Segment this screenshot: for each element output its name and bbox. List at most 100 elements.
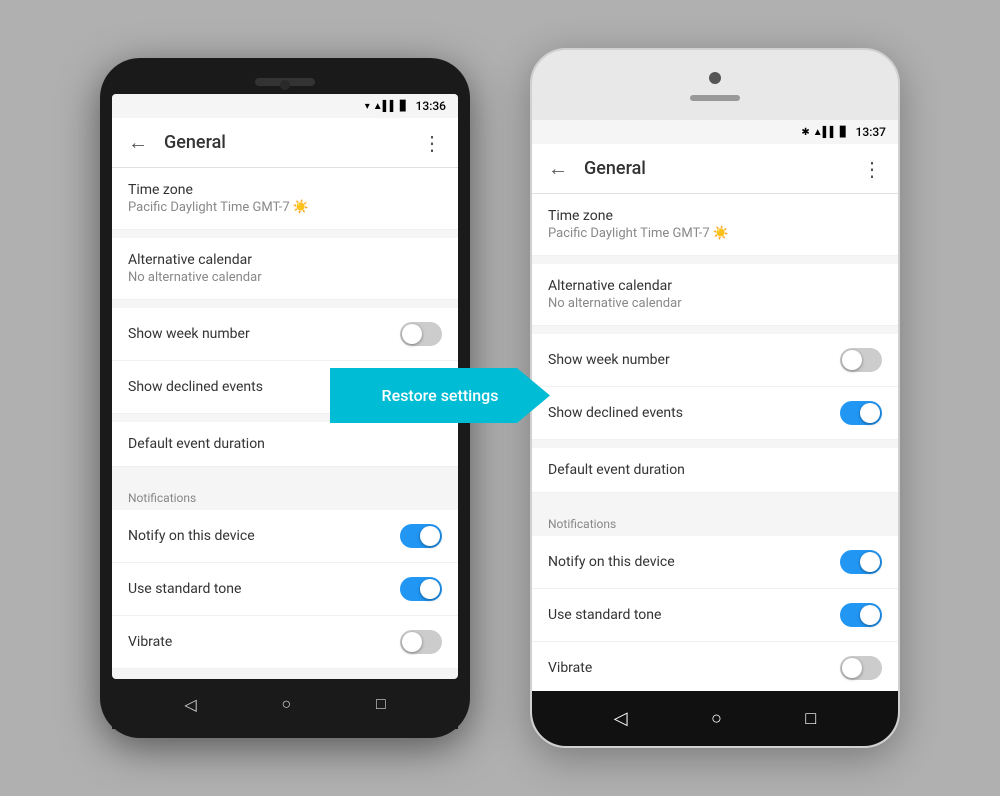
back-nav-left[interactable]: ◁	[184, 695, 196, 714]
battery-icon: ▊	[400, 101, 408, 112]
weeknum-toggle-left[interactable]	[400, 322, 442, 346]
weeknum-label-left: Show week number	[128, 326, 250, 342]
vibrate-label-left: Vibrate	[128, 634, 172, 650]
setting-vibrate-left[interactable]: Vibrate	[112, 616, 458, 669]
setting-altcal-right[interactable]: Alternative calendar No alternative cale…	[532, 264, 898, 326]
battery-right: ▊	[840, 127, 848, 138]
setting-timezone-right[interactable]: Time zone Pacific Daylight Time GMT-7 ☀️	[532, 194, 898, 256]
setting-vibrate-right[interactable]: Vibrate	[532, 642, 898, 691]
altcal-label-right: Alternative calendar	[548, 278, 672, 294]
timezone-label-left: Time zone	[128, 182, 193, 198]
speaker-right	[690, 95, 740, 101]
notifications-header-left: Notifications	[112, 475, 458, 510]
right-screen: ✱ ▲▌▌ ▊ 13:37 ← General ⋮ Time zon	[532, 120, 898, 691]
declined-label-right: Show declined events	[548, 405, 683, 421]
divider2	[112, 300, 458, 308]
divider4	[112, 467, 458, 475]
altcal-value-right: No alternative calendar	[548, 296, 682, 311]
weeknum-knob-left	[402, 324, 422, 344]
vibrate-label-right: Vibrate	[548, 660, 592, 676]
setting-timezone-left[interactable]: Time zone Pacific Daylight Time GMT-7 ☀️	[112, 168, 458, 230]
setting-weeknum-left[interactable]: Show week number	[112, 308, 458, 361]
setting-duration-right[interactable]: Default event duration	[532, 448, 898, 493]
page-title-right: General	[584, 158, 846, 179]
notify-label-right: Notify on this device	[548, 554, 675, 570]
timezone-value-right: Pacific Daylight Time GMT-7 ☀️	[548, 226, 729, 241]
weeknum-toggle-right[interactable]	[840, 348, 882, 372]
divider1	[112, 230, 458, 238]
back-nav-right[interactable]: ◁	[614, 708, 628, 729]
recent-nav-right[interactable]: □	[805, 708, 816, 729]
setting-tone-left[interactable]: Use standard tone	[112, 563, 458, 616]
wifi-icon: ▾	[365, 101, 370, 112]
duration-label-right: Default event duration	[548, 462, 685, 478]
signal-icon: ▲▌▌	[373, 101, 397, 112]
timezone-value-left: Pacific Daylight Time GMT-7 ☀️	[128, 200, 309, 215]
bottom-nav-left: ◁ ○ □	[112, 679, 458, 729]
bt-icon: ✱	[801, 127, 809, 138]
setting-tone-right[interactable]: Use standard tone	[532, 589, 898, 642]
vibrate-toggle-right[interactable]	[840, 656, 882, 680]
more-button-left[interactable]: ⋮	[422, 131, 442, 155]
vibrate-knob-left	[402, 632, 422, 652]
setting-duration-left[interactable]: Default event duration	[112, 422, 458, 467]
app-bar-right: ← General ⋮	[532, 144, 898, 194]
divider1-r	[532, 256, 898, 264]
notifications-label-right: Notifications	[548, 517, 616, 531]
white-screen-inner: ✱ ▲▌▌ ▊ 13:37 ← General ⋮ Time zon	[532, 120, 898, 691]
notifications-label-left: Notifications	[128, 491, 196, 505]
weeknum-knob-right	[842, 350, 862, 370]
divider3-r	[532, 440, 898, 448]
divider4-r	[532, 493, 898, 501]
setting-weeknum-right[interactable]: Show week number	[532, 334, 898, 387]
restore-button[interactable]: Restore settings	[330, 368, 550, 423]
notify-label-left: Notify on this device	[128, 528, 255, 544]
duration-label-left: Default event duration	[128, 436, 265, 452]
more-button-right[interactable]: ⋮	[862, 157, 882, 181]
camera-dot	[280, 80, 290, 90]
page-title-left: General	[164, 132, 406, 153]
app-bar-left: ← General ⋮	[112, 118, 458, 168]
weeknum-label-right: Show week number	[548, 352, 670, 368]
notify-knob-left	[420, 526, 440, 546]
recent-nav-left[interactable]: □	[376, 694, 386, 714]
tone-knob-left	[420, 579, 440, 599]
notifications-header-right: Notifications	[532, 501, 898, 536]
home-nav-right[interactable]: ○	[711, 708, 722, 729]
status-bar-right: ✱ ▲▌▌ ▊ 13:37	[532, 120, 898, 144]
tone-label-left: Use standard tone	[128, 581, 241, 597]
home-nav-left[interactable]: ○	[281, 694, 291, 714]
notify-toggle-left[interactable]	[400, 524, 442, 548]
notify-toggle-right[interactable]	[840, 550, 882, 574]
phone-white-body: ✱ ▲▌▌ ▊ 13:37 ← General ⋮ Time zon	[530, 48, 900, 748]
setting-notify-right[interactable]: Notify on this device	[532, 536, 898, 589]
declined-toggle-right[interactable]	[840, 401, 882, 425]
setting-declined-right[interactable]: Show declined events	[532, 387, 898, 440]
status-bar-left: ▾ ▲▌▌ ▊ 13:36	[112, 94, 458, 118]
divider2-r	[532, 326, 898, 334]
status-icons-left: ▾ ▲▌▌ ▊	[365, 101, 408, 112]
tone-knob-right	[860, 605, 880, 625]
back-button-left[interactable]: ←	[128, 130, 148, 155]
altcal-label-left: Alternative calendar	[128, 252, 252, 268]
time-right: 13:37	[856, 125, 886, 139]
status-icons-right: ✱ ▲▌▌ ▊	[801, 127, 847, 138]
bottom-nav-right: ◁ ○ □	[532, 691, 898, 746]
restore-arrow: Restore settings	[330, 368, 550, 423]
tone-toggle-right[interactable]	[840, 603, 882, 627]
settings-list-right: Time zone Pacific Daylight Time GMT-7 ☀️…	[532, 194, 898, 691]
camera-right	[709, 72, 721, 84]
vibrate-toggle-left[interactable]	[400, 630, 442, 654]
tone-label-right: Use standard tone	[548, 607, 661, 623]
right-phone: ✱ ▲▌▌ ▊ 13:37 ← General ⋮ Time zon	[530, 48, 900, 748]
declined-knob-right	[860, 403, 880, 423]
back-button-right[interactable]: ←	[548, 156, 568, 181]
setting-notify-left[interactable]: Notify on this device	[112, 510, 458, 563]
signal-right: ▲▌▌	[813, 127, 837, 138]
altcal-value-left: No alternative calendar	[128, 270, 262, 285]
tone-toggle-left[interactable]	[400, 577, 442, 601]
timezone-label-right: Time zone	[548, 208, 613, 224]
restore-label[interactable]: Restore settings	[382, 386, 499, 405]
setting-altcal-left[interactable]: Alternative calendar No alternative cale…	[112, 238, 458, 300]
time-left: 13:36	[416, 99, 446, 113]
